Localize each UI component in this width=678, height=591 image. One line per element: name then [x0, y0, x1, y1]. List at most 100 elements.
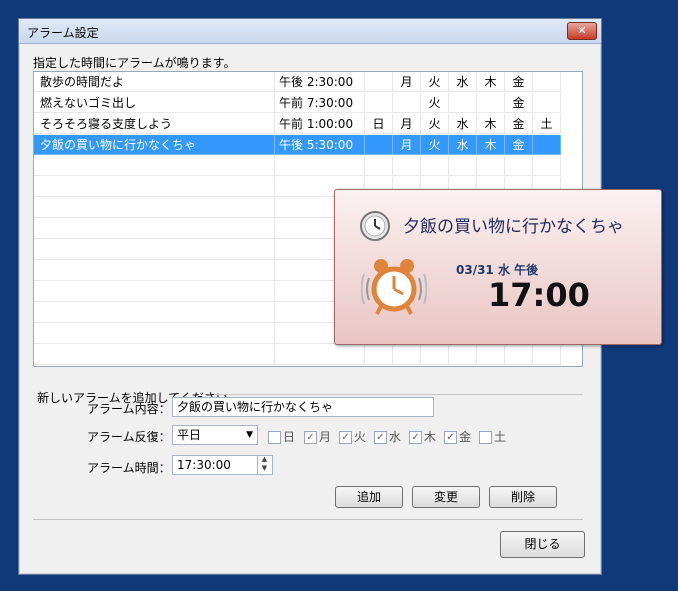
alarm-day-cell: [477, 345, 505, 365]
repeat-day-checkbox[interactable]: ✓ 水: [374, 428, 402, 444]
alarm-day-cell: [449, 156, 477, 176]
section-divider: [215, 394, 583, 395]
repeat-day-label: 月: [319, 430, 332, 444]
repeat-day-checkbox[interactable]: 土: [479, 428, 507, 444]
alarm-day-cell: 火: [421, 72, 449, 92]
alarm-name-cell: [34, 156, 275, 176]
checkmark-icon: ✓: [409, 431, 422, 444]
alarm-name-cell: [34, 177, 275, 197]
alarm-day-cell: [449, 345, 477, 365]
alarm-content-label: アラーム内容：: [87, 402, 171, 416]
alarm-row[interactable]: 散歩の時間だよ 午後 2:30:00 月火水木金: [34, 72, 582, 92]
checkmark-icon: ✓: [339, 431, 352, 444]
alarm-day-cell: [477, 156, 505, 176]
empty-row: [34, 345, 582, 365]
alarm-day-cell: 金: [505, 72, 533, 92]
alarm-day-cell: [533, 135, 561, 155]
alarm-time-cell: 午前 1:00:00: [275, 114, 365, 134]
alarm-day-cell: 木: [477, 114, 505, 134]
repeat-day-checkbox[interactable]: ✓ 木: [409, 428, 436, 444]
repeat-day-label: 水: [389, 430, 402, 444]
alarm-day-cell: [393, 156, 421, 176]
alarm-row[interactable]: 燃えないゴミ出し 午前 7:30:00 火 金: [34, 93, 582, 113]
close-window-button[interactable]: ✕: [567, 22, 597, 40]
alarm-time-cell: [275, 156, 365, 176]
alarm-name-cell: [34, 303, 275, 323]
alarm-day-cell: 金: [505, 114, 533, 134]
alarm-day-cell: [505, 156, 533, 176]
alarm-repeat-select[interactable]: 平日 ▼: [172, 425, 258, 445]
empty-row: [34, 156, 582, 176]
alarm-day-cell: [421, 345, 449, 365]
alarm-time-cell: 午後 5:30:00: [275, 135, 365, 155]
checkmark-icon: ✓: [374, 431, 387, 444]
alarm-name-cell: [34, 324, 275, 344]
repeat-day-checkbox[interactable]: ✓ 金: [444, 428, 472, 444]
chevron-down-icon: ▼: [246, 430, 253, 440]
alarm-day-cell: [477, 93, 505, 113]
repeat-day-checkbox[interactable]: 日: [268, 428, 295, 444]
clock-icon: [360, 211, 390, 241]
alarm-name-cell: 夕飯の買い物に行かなくちゃ: [34, 135, 275, 155]
empty-checkbox-icon: [479, 431, 492, 444]
checkmark-icon: ✓: [444, 431, 457, 444]
footer-divider: [33, 519, 583, 520]
repeat-day-checkbox[interactable]: ✓ 火: [339, 428, 367, 444]
alarm-time-cell: 午後 2:30:00: [275, 72, 365, 92]
window-title: アラーム設定: [27, 26, 99, 40]
alarm-name-cell: [34, 198, 275, 218]
alarm-name-cell: そろそろ寝る支度しよう: [34, 114, 275, 134]
alarm-time-value: 17:30:00: [177, 458, 231, 472]
alarm-day-cell: 月: [393, 114, 421, 134]
popup-time: 17:00: [488, 276, 590, 314]
alarm-row[interactable]: そろそろ寝る支度しよう 午前 1:00:00 日月火水木金土: [34, 114, 582, 134]
add-button[interactable]: 追加: [335, 486, 403, 508]
alarm-time-cell: [275, 345, 365, 365]
alarm-content-input[interactable]: 夕飯の買い物に行かなくちゃ: [172, 397, 434, 417]
alarm-day-cell: [365, 93, 393, 113]
alarm-day-cell: 土: [533, 114, 561, 134]
alarm-day-cell: [421, 156, 449, 176]
alarm-day-cell: 火: [421, 135, 449, 155]
alarm-name-cell: 燃えないゴミ出し: [34, 93, 275, 113]
alarm-day-cell: [449, 93, 477, 113]
alarm-notification-popup[interactable]: 夕飯の買い物に行かなくちゃ 03/31 水 午後 17:00: [334, 189, 662, 345]
alarm-repeat-label: アラーム反復：: [87, 430, 171, 444]
alarm-day-cell: 火: [421, 93, 449, 113]
alarm-day-cell: 水: [449, 114, 477, 134]
alarm-day-cell: 金: [505, 93, 533, 113]
alarm-time-cell: 午前 7:30:00: [275, 93, 365, 113]
repeat-day-label: 土: [494, 430, 507, 444]
alarm-day-cell: 木: [477, 72, 505, 92]
repeat-day-checkbox[interactable]: ✓ 月: [304, 428, 332, 444]
alarm-day-cell: 火: [421, 114, 449, 134]
alarm-row[interactable]: 夕飯の買い物に行かなくちゃ 午後 5:30:00 月火水木金: [34, 135, 582, 155]
alarm-day-cell: [533, 156, 561, 176]
spin-up-icon[interactable]: ▲: [258, 455, 271, 464]
close-button[interactable]: 閉じる: [500, 531, 585, 558]
edit-button[interactable]: 変更: [412, 486, 480, 508]
time-spinner[interactable]: ▲ ▼: [257, 455, 271, 475]
empty-checkbox-icon: [268, 431, 281, 444]
repeat-day-label: 金: [459, 430, 472, 444]
repeat-day-label: 火: [354, 430, 367, 444]
alarm-name-cell: [34, 282, 275, 302]
delete-button[interactable]: 削除: [489, 486, 557, 508]
alarm-name-cell: [34, 240, 275, 260]
alarm-name-cell: [34, 345, 275, 365]
alarm-day-cell: 月: [393, 72, 421, 92]
alarm-day-cell: 水: [449, 72, 477, 92]
alarm-day-cell: 日: [365, 114, 393, 134]
spin-down-icon[interactable]: ▼: [258, 464, 271, 473]
alarm-day-cell: [365, 345, 393, 365]
alarm-day-cell: [533, 72, 561, 92]
alarm-day-cell: [505, 345, 533, 365]
alarm-day-cell: 水: [449, 135, 477, 155]
alarm-day-cell: [393, 345, 421, 365]
alarm-day-cell: [365, 135, 393, 155]
title-bar[interactable]: アラーム設定 ✕: [19, 19, 601, 44]
alarm-repeat-value: 平日: [177, 428, 202, 442]
alarm-day-cell: [533, 93, 561, 113]
popup-title: 夕飯の買い物に行かなくちゃ: [403, 217, 624, 237]
alarm-name-cell: [34, 219, 275, 239]
